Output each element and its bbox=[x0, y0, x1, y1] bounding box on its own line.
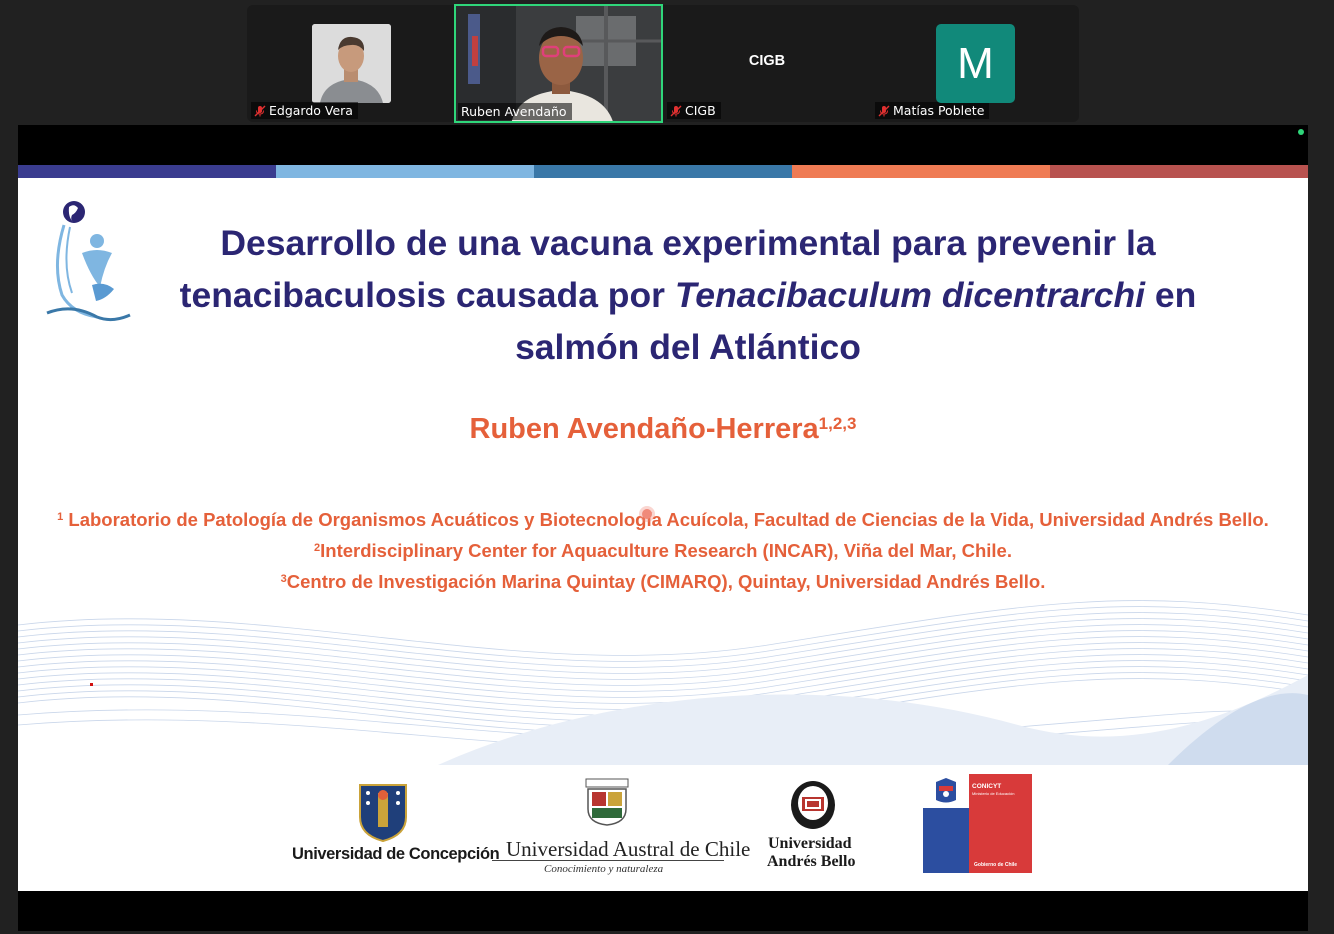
uach-logo-text: Universidad Austral de Chile bbox=[506, 837, 751, 861]
mic-muted-icon bbox=[878, 105, 890, 117]
udec-logo-text: Universidad de Concepción bbox=[292, 845, 500, 863]
status-indicator bbox=[1298, 129, 1304, 135]
color-segment bbox=[792, 165, 1050, 178]
unab-logo-text: Universidad bbox=[768, 835, 852, 852]
species-name: Tenacibaculum dicentrarchi bbox=[674, 275, 1146, 315]
participant-tile[interactable]: Edgardo Vera bbox=[247, 5, 455, 122]
uach-crest-icon bbox=[585, 778, 629, 826]
unab-crest-icon bbox=[791, 781, 835, 829]
conicyt-logo: CONICYT Ministerio de Educación Gobierno… bbox=[923, 774, 1032, 873]
color-segment bbox=[276, 165, 534, 178]
unab-logo-text: Andrés Bello bbox=[767, 853, 856, 870]
slide-color-bar bbox=[18, 165, 1308, 178]
pointer-dot bbox=[90, 683, 93, 686]
uach-tagline: Conocimiento y naturaleza bbox=[544, 863, 664, 875]
sponsor-logos: Universidad de Concepción Universidad Au… bbox=[18, 765, 1308, 891]
participant-name: Matías Poblete bbox=[875, 102, 990, 119]
participant-display-label: CIGB bbox=[748, 53, 786, 69]
affiliation-2: 2Interdisciplinary Center for Aquacultur… bbox=[314, 540, 1012, 561]
affiliation-1: 1 Laboratorio de Patología de Organismos… bbox=[57, 509, 1269, 530]
participant-name: Ruben Avendaño bbox=[458, 103, 572, 120]
participant-strip: Edgardo Vera Ruben Avendaño CIGB CIGB Ma… bbox=[247, 4, 1079, 123]
laser-pointer bbox=[642, 509, 652, 519]
udec-crest-icon bbox=[359, 784, 407, 843]
slide-title: Desarrollo de una vacuna experimental pa… bbox=[179, 223, 1197, 367]
presentation-slide: Desarrollo de una vacuna experimental pa… bbox=[18, 165, 1308, 891]
participant-video bbox=[312, 24, 391, 103]
color-segment bbox=[18, 165, 276, 178]
participant-name: CIGB bbox=[667, 102, 721, 119]
mic-muted-icon bbox=[254, 105, 266, 117]
avatar: M bbox=[936, 24, 1015, 103]
color-segment bbox=[1050, 165, 1308, 178]
color-segment bbox=[534, 165, 792, 178]
slide-author: Ruben Avendaño-Herrera1,2,3 bbox=[469, 413, 857, 445]
affiliation-3: 3Centro de Investigación Marina Quintay … bbox=[280, 571, 1046, 592]
participant-tile-active-speaker[interactable]: Ruben Avendaño bbox=[454, 4, 663, 123]
divider bbox=[492, 860, 724, 861]
participant-name: Edgardo Vera bbox=[251, 102, 358, 119]
wave-background bbox=[18, 600, 1308, 765]
mic-muted-icon bbox=[670, 105, 682, 117]
participant-tile[interactable]: CIGB CIGB bbox=[663, 5, 871, 122]
